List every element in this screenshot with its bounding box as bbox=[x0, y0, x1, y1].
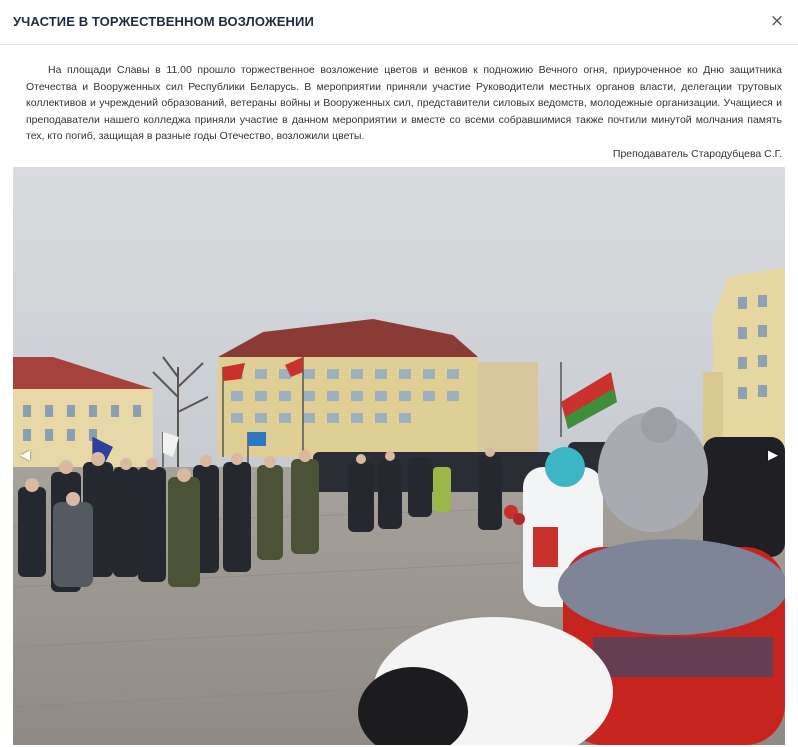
modal-title: УЧАСТИЕ В ТОРЖЕСТВЕННОМ ВОЗЛОЖЕНИИ bbox=[13, 14, 314, 29]
chevron-left-icon[interactable]: ◀ bbox=[18, 447, 32, 465]
modal-dialog: УЧАСТИЕ В ТОРЖЕСТВЕННОМ ВОЗЛОЖЕНИИ × На … bbox=[0, 0, 798, 747]
close-icon[interactable]: × bbox=[768, 12, 786, 30]
photo-illustration bbox=[13, 167, 785, 745]
article-author: Преподаватель Стародубцева С.Г. bbox=[612, 148, 782, 160]
chevron-right-icon[interactable]: ▶ bbox=[766, 447, 780, 465]
article-text: На площади Славы в 11.00 прошло торжеств… bbox=[26, 64, 782, 143]
event-photo[interactable] bbox=[13, 167, 785, 745]
modal-header: УЧАСТИЕ В ТОРЖЕСТВЕННОМ ВОЗЛОЖЕНИИ × bbox=[0, 0, 798, 45]
